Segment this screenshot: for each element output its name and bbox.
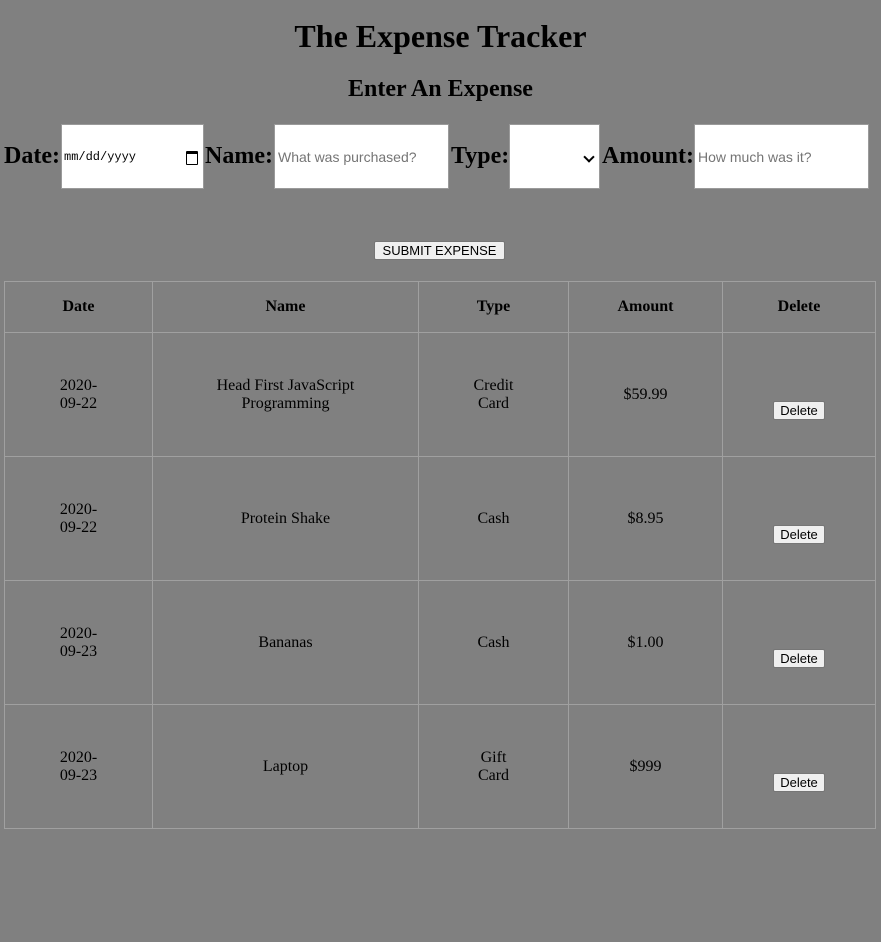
cell-type: Credit Card [418,332,569,457]
cell-type: Gift Card [418,704,569,829]
header-amount: Amount [568,281,723,333]
cell-type: Cash [418,456,569,581]
cell-date: 2020-09-22 [4,332,153,457]
name-input[interactable]: What was purchased? [274,124,449,189]
cell-type-text: Gift Card [477,748,510,784]
cell-name: Bananas [152,580,419,705]
header-name: Name [152,281,419,333]
cell-type-text: Cash [477,509,510,527]
cell-date: 2020-09-23 [4,580,153,705]
amount-input-placeholder: How much was it? [698,149,812,165]
type-select[interactable] [509,124,600,189]
chevron-down-icon [583,151,595,163]
page-title: The Expense Tracker [294,18,587,54]
cell-date: 2020-09-22 [4,456,153,581]
expense-table: Date Name Type Amount Delete 2020-09-22 … [4,281,876,829]
date-label: Date: [4,143,60,169]
cell-amount: $8.95 [568,456,723,581]
cell-type: Cash [418,580,569,705]
cell-date-text: 2020-09-22 [59,500,98,536]
form-heading: Enter An Expense [348,76,533,102]
date-input-value: mm/dd/yyyy [64,150,137,164]
cell-date: 2020-09-23 [4,704,153,829]
cell-date-text: 2020-09-22 [59,376,98,412]
delete-button[interactable]: Delete [773,649,825,668]
cell-name: Protein Shake [152,456,419,581]
table-row: 2020-09-22 Head First JavaScript Program… [4,332,876,457]
name-input-placeholder: What was purchased? [278,149,417,165]
cell-name-text: Protein Shake [240,509,331,527]
calendar-icon[interactable] [186,151,198,165]
expense-form: Date: mm/dd/yyyy Name: What was purchase… [0,124,881,189]
name-label: Name: [205,143,273,169]
delete-button[interactable]: Delete [773,773,825,792]
cell-delete: Delete [722,580,876,705]
cell-amount: $999 [568,704,723,829]
delete-button[interactable]: Delete [773,401,825,420]
cell-delete: Delete [722,456,876,581]
table-row: 2020-09-23 Bananas Cash $1.00 Delete [4,580,876,705]
amount-label: Amount: [602,143,695,169]
amount-input[interactable]: How much was it? [694,124,869,189]
delete-button[interactable]: Delete [773,525,825,544]
cell-date-text: 2020-09-23 [59,624,98,660]
cell-type-text: Cash [477,633,510,651]
cell-amount: $59.99 [568,332,723,457]
cell-amount: $1.00 [568,580,723,705]
date-input[interactable]: mm/dd/yyyy [61,124,204,189]
table-row: 2020-09-22 Protein Shake Cash $8.95 Dele… [4,456,876,581]
cell-name-text: Head First JavaScript Programming [216,376,355,412]
cell-delete: Delete [722,704,876,829]
type-label: Type: [451,143,510,169]
cell-name-text: Laptop [262,757,309,775]
cell-name-text: Bananas [258,633,313,651]
table-row: 2020-09-23 Laptop Gift Card $999 Delete [4,704,876,829]
cell-name: Head First JavaScript Programming [152,332,419,457]
submit-expense-button[interactable]: SUBMIT EXPENSE [374,241,505,260]
table-header-row: Date Name Type Amount Delete [4,281,876,333]
header-type: Type [418,281,569,333]
header-date: Date [4,281,153,333]
cell-type-text: Credit Card [473,376,514,412]
cell-name: Laptop [152,704,419,829]
cell-date-text: 2020-09-23 [59,748,98,784]
cell-delete: Delete [722,332,876,457]
header-delete: Delete [722,281,876,333]
